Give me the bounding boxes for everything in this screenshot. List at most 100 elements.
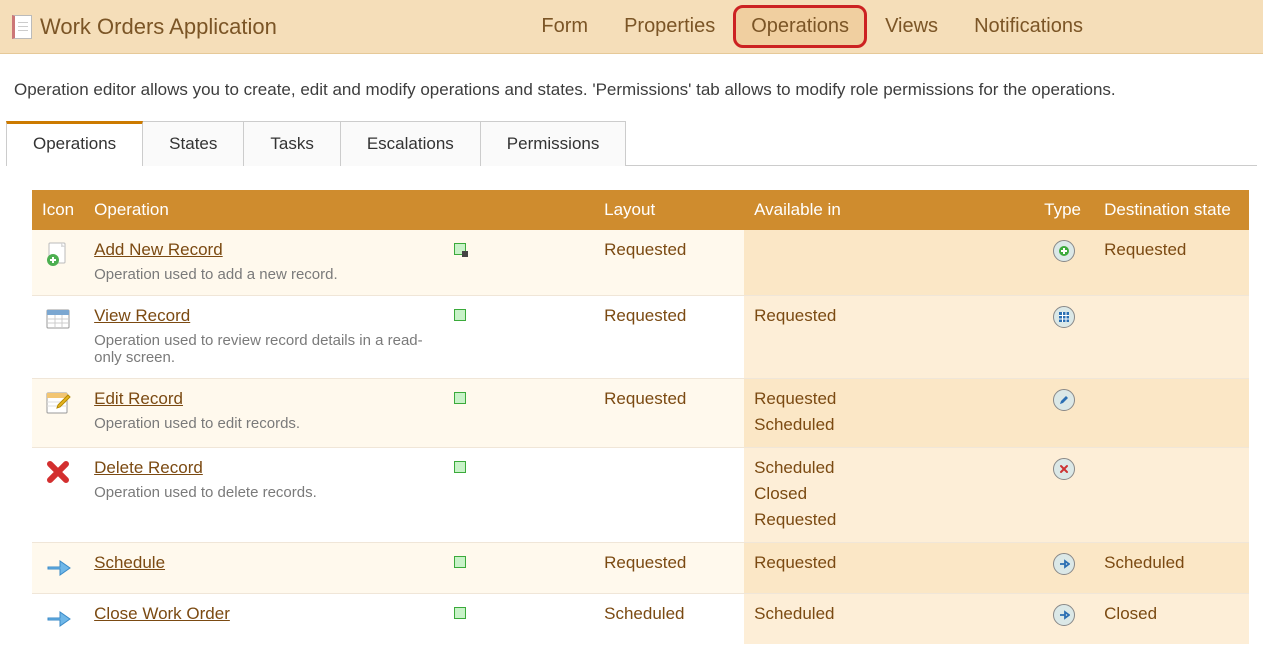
app-icon <box>12 15 32 39</box>
status-marker-icon <box>454 392 466 404</box>
subtabs: OperationsStatesTasksEscalationsPermissi… <box>6 120 1257 166</box>
available-in-value: Scheduled <box>754 604 1024 624</box>
header-bar: Work Orders Application FormPropertiesOp… <box>0 0 1263 54</box>
app-title: Work Orders Application <box>40 14 277 40</box>
type-cell <box>1034 379 1094 448</box>
page-description: Operation editor allows you to create, e… <box>0 54 1263 120</box>
status-marker-icon <box>454 461 466 473</box>
layout-cell: Requested <box>594 379 744 448</box>
subtab-permissions[interactable]: Permissions <box>480 121 627 166</box>
marker-cell <box>444 543 594 594</box>
operations-table-wrap: IconOperation LayoutAvailable inTypeDesti… <box>32 190 1249 644</box>
nav-tab-operations[interactable]: Operations <box>733 5 867 48</box>
delete-record-icon <box>44 461 72 480</box>
operation-description: Operation used to add a new record. <box>94 266 434 283</box>
type-arrow-circle-icon <box>1053 553 1075 575</box>
column-header: Available in <box>744 190 1034 230</box>
nav-tab-properties[interactable]: Properties <box>606 5 733 48</box>
view-record-icon <box>44 309 72 328</box>
type-plus-icon <box>1053 240 1075 262</box>
operation-cell: Close Work Order <box>84 594 444 645</box>
subtab-states[interactable]: States <box>142 121 244 166</box>
status-marker-icon <box>454 309 466 321</box>
type-cell <box>1034 594 1094 645</box>
table-row: Add New Record Operation used to add a ne… <box>32 230 1249 296</box>
operation-description: Operation used to review record details … <box>94 332 434 366</box>
type-grid-icon <box>1053 306 1075 328</box>
destination-cell <box>1094 448 1249 543</box>
marker-cell <box>444 379 594 448</box>
nav-tabs: FormPropertiesOperationsViewsNotificatio… <box>523 5 1101 48</box>
available-in-cell: Scheduled <box>744 594 1034 645</box>
type-cell <box>1034 448 1094 543</box>
operation-icon-cell <box>32 379 84 448</box>
status-marker-icon <box>454 243 466 255</box>
column-header: Layout <box>594 190 744 230</box>
available-in-cell: Scheduled Closed Requested <box>744 448 1034 543</box>
available-in-value: Scheduled <box>754 415 1024 435</box>
destination-cell <box>1094 296 1249 379</box>
available-in-value: Requested <box>754 306 1024 326</box>
table-row: Close Work Order Scheduled Scheduled Closed <box>32 594 1249 645</box>
type-cell <box>1034 230 1094 296</box>
type-arrow-circle-icon <box>1053 604 1075 626</box>
destination-cell <box>1094 379 1249 448</box>
operation-link[interactable]: Close Work Order <box>94 604 230 623</box>
layout-cell: Requested <box>594 296 744 379</box>
available-in-cell: Requested <box>744 543 1034 594</box>
table-row: Delete Record Operation used to delete re… <box>32 448 1249 543</box>
operation-link[interactable]: Schedule <box>94 553 165 572</box>
available-in-value: Requested <box>754 553 1024 573</box>
nav-tab-notifications[interactable]: Notifications <box>956 5 1101 48</box>
available-in-value: Closed <box>754 484 1024 504</box>
operation-link[interactable]: Edit Record <box>94 389 183 408</box>
operation-description: Operation used to delete records. <box>94 484 434 501</box>
column-header: Type <box>1034 190 1094 230</box>
table-row: ScheduleRequestedRequestedScheduled <box>32 543 1249 594</box>
destination-cell: Closed <box>1094 594 1249 645</box>
operation-icon-cell <box>32 448 84 543</box>
available-in-cell: Requested Scheduled <box>744 379 1034 448</box>
type-pencil-icon <box>1053 389 1075 411</box>
status-marker-icon <box>454 607 466 619</box>
column-header: Destination state <box>1094 190 1249 230</box>
nav-tab-views[interactable]: Views <box>867 5 956 48</box>
available-in-value: Requested <box>754 389 1024 409</box>
operation-cell: Add New Record Operation used to add a ne… <box>84 230 444 296</box>
available-in-value: Requested <box>754 510 1024 530</box>
arrow-icon <box>44 556 72 575</box>
layout-cell: Requested <box>594 543 744 594</box>
marker-cell <box>444 296 594 379</box>
column-header <box>444 190 594 230</box>
operation-cell: View Record Operation used to review reco… <box>84 296 444 379</box>
marker-cell <box>444 594 594 645</box>
table-row: Edit Record Operation used to edit record… <box>32 379 1249 448</box>
operation-cell: Schedule <box>84 543 444 594</box>
available-in-cell <box>744 230 1034 296</box>
operation-link[interactable]: View Record <box>94 306 190 325</box>
layout-cell: Scheduled <box>594 594 744 645</box>
available-in-value: Scheduled <box>754 458 1024 478</box>
operation-link[interactable]: Add New Record <box>94 240 223 259</box>
operation-icon-cell <box>32 543 84 594</box>
add-record-icon <box>44 243 72 262</box>
nav-tab-form[interactable]: Form <box>523 5 606 48</box>
operation-link[interactable]: Delete Record <box>94 458 203 477</box>
type-cell <box>1034 543 1094 594</box>
destination-cell: Requested <box>1094 230 1249 296</box>
subtab-escalations[interactable]: Escalations <box>340 121 481 166</box>
marker-cell <box>444 448 594 543</box>
table-row: View Record Operation used to review reco… <box>32 296 1249 379</box>
operations-table: IconOperation LayoutAvailable inTypeDesti… <box>32 190 1249 644</box>
operation-cell: Edit Record Operation used to edit record… <box>84 379 444 448</box>
subtab-operations[interactable]: Operations <box>6 121 143 166</box>
operation-icon-cell <box>32 230 84 296</box>
operation-cell: Delete Record Operation used to delete re… <box>84 448 444 543</box>
operation-icon-cell <box>32 296 84 379</box>
column-header: Operation <box>84 190 444 230</box>
operation-icon-cell <box>32 594 84 645</box>
type-x-icon <box>1053 458 1075 480</box>
operation-description: Operation used to edit records. <box>94 415 434 432</box>
column-header: Icon <box>32 190 84 230</box>
subtab-tasks[interactable]: Tasks <box>243 121 340 166</box>
